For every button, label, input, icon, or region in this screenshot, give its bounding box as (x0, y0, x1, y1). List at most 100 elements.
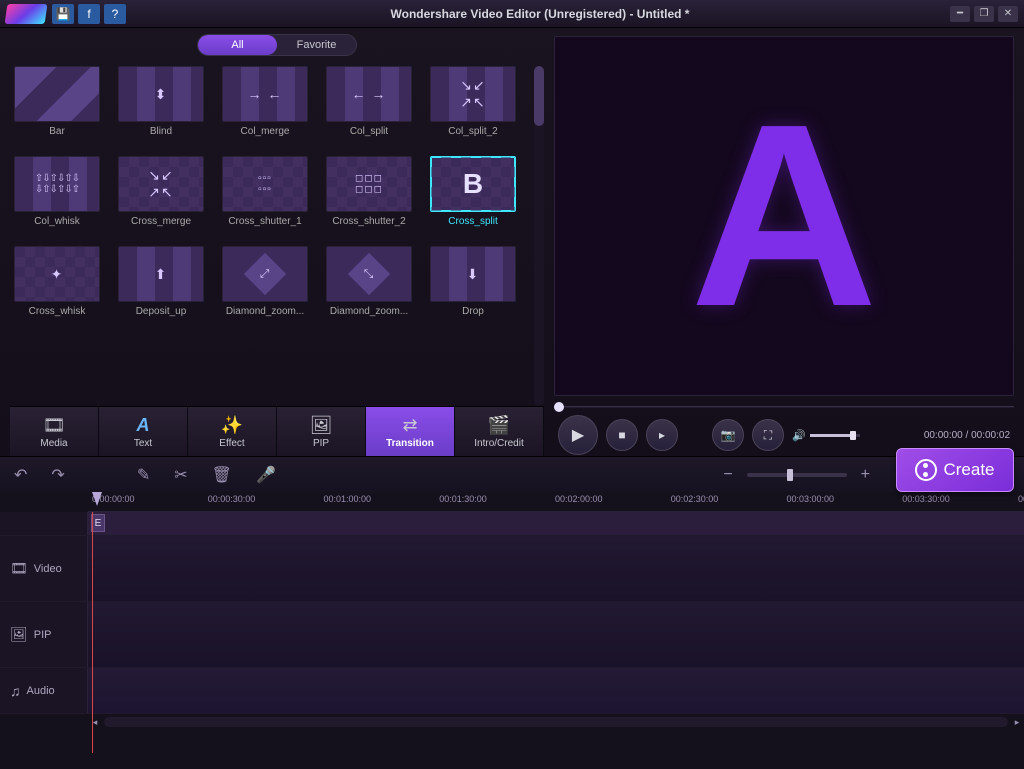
transition-thumb-col-split[interactable]: ← →Col_split (322, 66, 416, 150)
effect-track[interactable]: E (88, 512, 1024, 535)
transition-tab-icon: ⇄ (396, 414, 424, 436)
category-tab-media[interactable]: 🎞Media (10, 407, 99, 456)
transition-thumb-cross-merge[interactable]: ↘↙↗↖Cross_merge (114, 156, 208, 240)
preview-seekbar[interactable] (554, 400, 1014, 414)
close-button[interactable]: ✕ (998, 6, 1018, 22)
pip-track-row: 🖼 PIP (0, 602, 1024, 668)
save-button[interactable]: 💾 (52, 4, 74, 24)
transition-thumb-diamond-zoom-[interactable]: ⤡Diamond_zoom... (322, 246, 416, 330)
timeline-h-scrollbar[interactable]: ◂ ▸ (88, 714, 1024, 730)
redo-button[interactable]: ↷ (51, 465, 64, 485)
pip-track[interactable] (88, 602, 1024, 667)
transition-thumb-cross-whisk[interactable]: ✦Cross_whisk (10, 246, 104, 330)
transition-thumb-col-whisk[interactable]: ⇧⇩⇧⇩⇧⇩⇩⇧⇩⇧⇩⇧Col_whisk (10, 156, 104, 240)
transition-thumb-label: Cross_merge (114, 216, 208, 227)
filter-all-tab[interactable]: All (198, 35, 277, 55)
scrollbar-thumb[interactable] (534, 66, 544, 126)
ruler-tick: 00:04:00:00 (1018, 494, 1024, 504)
create-button[interactable]: Create (896, 448, 1014, 492)
transition-thumb-cross-shutter-2[interactable]: ◻◻◻◻◻◻ Cross_shutter_2 (322, 156, 416, 240)
transition-thumb-preview: ↘↙↗↖ (430, 66, 516, 122)
transition-thumb-drop[interactable]: ⬇Drop (426, 246, 520, 330)
transition-thumb-col-merge[interactable]: → ←Col_merge (218, 66, 312, 150)
transition-thumb-preview (14, 66, 100, 122)
undo-button[interactable]: ↶ (14, 465, 27, 485)
minimize-button[interactable]: ━ (950, 6, 970, 22)
intro-tab-label: Intro/Credit (474, 438, 523, 449)
transition-thumb-blind[interactable]: ⬍Blind (114, 66, 208, 150)
facebook-button[interactable]: f (78, 4, 100, 24)
zoom-slider[interactable] (747, 473, 847, 477)
transition-thumb-diamond-zoom-[interactable]: ⤢ Diamond_zoom... (218, 246, 312, 330)
transition-thumb-preview: ▫▫▫▫▫▫ (222, 156, 308, 212)
transition-thumb-deposit-up[interactable]: ⬆Deposit_up (114, 246, 208, 330)
ruler-tick: 00:02:00:00 (555, 494, 603, 504)
audio-track[interactable] (88, 668, 1024, 713)
filter-favorite-tab[interactable]: Favorite (277, 35, 356, 55)
transition-thumb-preview: ◻◻◻◻◻◻ (326, 156, 412, 212)
transition-thumb-label: Col_split_2 (426, 126, 520, 137)
transition-thumb-preview: ⤡ (326, 246, 412, 302)
snapshot-button[interactable]: 📷 (712, 419, 744, 451)
volume-control[interactable]: 🔊 (792, 429, 860, 442)
filter-pill: All Favorite (197, 34, 357, 56)
transition-thumb-label: Diamond_zoom... (218, 306, 312, 317)
hscroll-right-button[interactable]: ▸ (1010, 715, 1024, 729)
ruler-tick: 00:01:00:00 (324, 494, 372, 504)
text-tab-icon: A (129, 414, 157, 436)
delete-button[interactable]: 🗑 (212, 465, 232, 485)
titlebar: 💾 f ? Wondershare Video Editor (Unregist… (0, 0, 1024, 28)
transition-thumb-label: Drop (426, 306, 520, 317)
transition-thumb-col-split-2[interactable]: ↘↙↗↖ Col_split_2 (426, 66, 520, 150)
transition-thumb-label: Cross_shutter_2 (322, 216, 416, 227)
volume-thumb[interactable] (850, 431, 856, 440)
seek-thumb[interactable] (554, 402, 564, 412)
zoom-out-button[interactable]: − (723, 466, 732, 484)
transition-thumb-label: Cross_shutter_1 (218, 216, 312, 227)
ruler-tick: 00:02:30:00 (671, 494, 719, 504)
transition-thumb-cross-split[interactable]: BCross_split (426, 156, 520, 240)
transition-grid: Bar⬍Blind→ ←Col_merge← →Col_split↘↙↗↖ Col… (10, 66, 532, 406)
maximize-button[interactable]: ❐ (974, 6, 994, 22)
next-frame-button[interactable]: ▸ (646, 419, 678, 451)
play-button[interactable]: ▶ (558, 415, 598, 455)
stop-button[interactable]: ■ (606, 419, 638, 451)
pip-track-label: PIP (34, 629, 52, 641)
hscroll-track[interactable] (104, 717, 1008, 727)
transition-thumb-preview: → ← (222, 66, 308, 122)
help-button[interactable]: ? (104, 4, 126, 24)
video-track-header: 🎞 Video (0, 536, 88, 601)
timeline-ruler[interactable]: 0:00:00:0000:00:30:0000:01:00:0000:01:30… (88, 492, 1024, 512)
transition-thumb-preview: ⬍ (118, 66, 204, 122)
playhead-line (92, 512, 93, 753)
ruler-tick: 00:03:00:00 (787, 494, 835, 504)
edit-button[interactable]: ✎ (137, 465, 150, 485)
transition-thumb-preview: ← → (326, 66, 412, 122)
category-tab-intro[interactable]: 🎬Intro/Credit (455, 407, 544, 456)
audio-track-row: ♫ Audio (0, 668, 1024, 714)
transition-thumb-preview: ⤢ (222, 246, 308, 302)
transition-thumb-cross-shutter-1[interactable]: ▫▫▫▫▫▫ Cross_shutter_1 (218, 156, 312, 240)
media-tab-label: Media (40, 438, 67, 449)
category-tab-effect[interactable]: ✨Effect (188, 407, 277, 456)
effect-clip[interactable]: E (91, 514, 105, 532)
hscroll-left-button[interactable]: ◂ (88, 715, 102, 729)
film-reel-icon (915, 459, 937, 481)
zoom-in-button[interactable]: + (861, 466, 870, 484)
library-scrollbar[interactable] (534, 66, 544, 406)
ruler-tick: 00:01:30:00 (439, 494, 487, 504)
zoom-thumb[interactable] (787, 469, 793, 481)
transition-thumb-bar[interactable]: Bar (10, 66, 104, 150)
category-tab-pip[interactable]: 🖼PIP (277, 407, 366, 456)
voiceover-button[interactable]: 🎤 (256, 465, 276, 485)
transition-thumb-preview: ✦ (14, 246, 100, 302)
fullscreen-button[interactable]: ⛶ (752, 419, 784, 451)
preview-viewport: A (554, 36, 1014, 396)
video-track[interactable] (88, 536, 1024, 601)
category-tab-text[interactable]: AText (99, 407, 188, 456)
cut-button[interactable]: ✂ (174, 465, 187, 485)
transition-thumb-preview: ⬆ (118, 246, 204, 302)
volume-icon: 🔊 (792, 429, 806, 442)
preview-pane: A ▶ ■ ▸ 📷 ⛶ 🔊 00:00:00 / 00:00:02 (548, 28, 1024, 456)
category-tab-transition[interactable]: ⇄Transition (366, 407, 455, 456)
